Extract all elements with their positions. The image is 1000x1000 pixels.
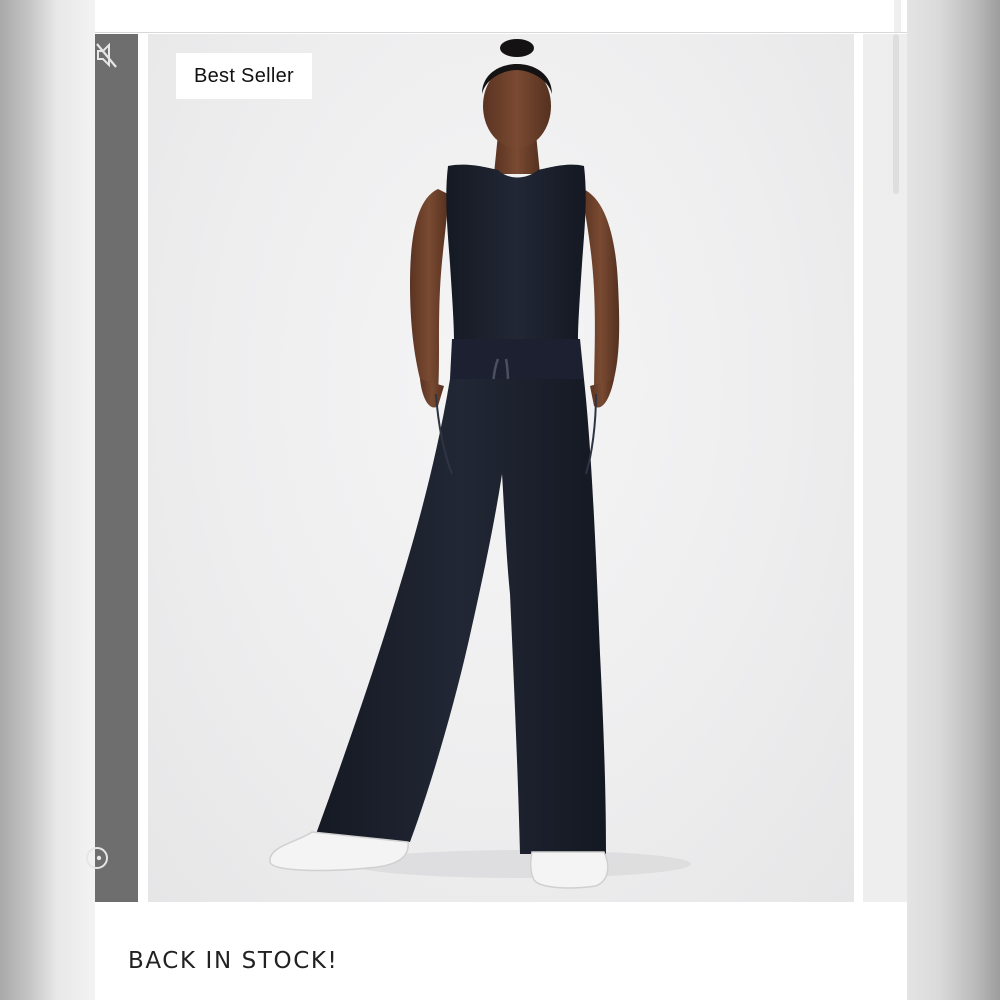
product-caption: BACK IN STOCK! xyxy=(128,948,339,974)
scroll-indicator xyxy=(893,34,899,194)
model-figure xyxy=(269,39,691,889)
mute-icon[interactable] xyxy=(96,41,118,69)
top-bar-edge xyxy=(894,0,901,32)
product-image[interactable]: Best Seller xyxy=(148,34,854,902)
play-icon[interactable] xyxy=(85,846,109,870)
next-slide[interactable] xyxy=(863,34,907,902)
background-left-blur xyxy=(0,0,95,1000)
background-right-blur xyxy=(907,0,1000,1000)
carousel-gap xyxy=(138,34,148,902)
top-bar xyxy=(95,0,907,33)
product-post-frame: Best Seller BACK IN STOCK! xyxy=(86,0,907,1000)
previous-slide[interactable] xyxy=(86,34,138,902)
best-seller-badge: Best Seller xyxy=(176,53,312,99)
